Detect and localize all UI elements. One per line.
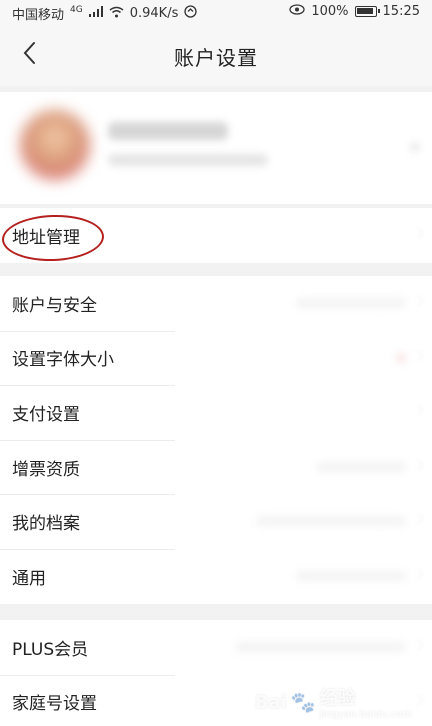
settings-row-address[interactable]: 地址管理 [0,208,432,263]
signal-bars-icon [88,6,103,21]
blurred-username [108,122,228,140]
row-label: 账户与安全 [12,295,97,316]
status-bar: 中国移动 4G 0.94K/s 100% 15:25 [0,0,432,24]
chevron-right-icon [412,568,424,580]
settings-group-account: 账户与安全 设置字体大小 支付设置 增票资质 我的档案 通用 [0,276,432,604]
wifi-icon [109,6,124,22]
chevron-right-icon [412,404,424,416]
blurred-value [256,516,406,527]
network-speed: 0.94K/s [129,6,179,21]
battery-percent: 100% [311,4,349,19]
row-label: PLUS会员 [12,639,89,660]
chevron-right-icon [412,639,424,651]
settings-group-address: 地址管理 [0,208,432,263]
row-label: 通用 [12,568,46,589]
row-label: 我的档案 [12,514,80,535]
blurred-value [296,298,406,308]
settings-row-my-profile[interactable]: 我的档案 [0,494,432,549]
chevron-right-icon [412,227,424,239]
carrier-label: 中国移动 [12,8,65,23]
blurred-badge [396,352,406,363]
chevron-right-icon [412,349,424,362]
clock: 15:25 [382,4,420,19]
row-label: 地址管理 [12,227,80,248]
watermark-text: 经验 jingyan.baidu.com [320,684,412,720]
row-label: 增票资质 [12,459,80,480]
settings-row-vat-invoice[interactable]: 增票资质 [0,439,432,495]
settings-row-account-security[interactable]: 账户与安全 [0,276,432,331]
sync-icon [184,5,197,22]
blurred-value [296,570,406,581]
battery-icon [354,6,380,17]
signal-icon: 4G [70,4,83,15]
settings-row-general[interactable]: 通用 [0,548,432,604]
page-title: 账户设置 [174,46,258,70]
avatar [20,110,90,180]
chevron-right-icon [412,693,424,706]
blurred-value [236,642,406,652]
settings-row-plus-member[interactable]: PLUS会员 [0,620,432,675]
chevron-right-icon [410,142,420,152]
top-bar: 账户设置 [0,24,432,86]
settings-row-font-size[interactable]: 设置字体大小 [0,330,432,386]
baidu-watermark: Bai 🐾 经验 jingyan.baidu.com [255,684,412,720]
chevron-right-icon [412,459,424,471]
eye-icon [289,4,306,19]
watermark-brand: Bai [254,691,287,713]
chevron-right-icon [412,513,424,526]
paw-icon: 🐾 [290,690,316,714]
watermark-brand-suffix: 经验 [319,688,356,709]
blurred-subtitle [108,154,268,166]
blurred-value [316,461,406,472]
row-label: 支付设置 [12,404,80,425]
row-label: 设置字体大小 [12,350,114,371]
profile-card[interactable] [0,92,432,204]
row-label: 家庭号设置 [12,694,97,715]
watermark-url: jingyan.baidu.com [319,709,412,720]
settings-row-payment[interactable]: 支付设置 [0,385,432,440]
chevron-right-icon [412,295,424,307]
